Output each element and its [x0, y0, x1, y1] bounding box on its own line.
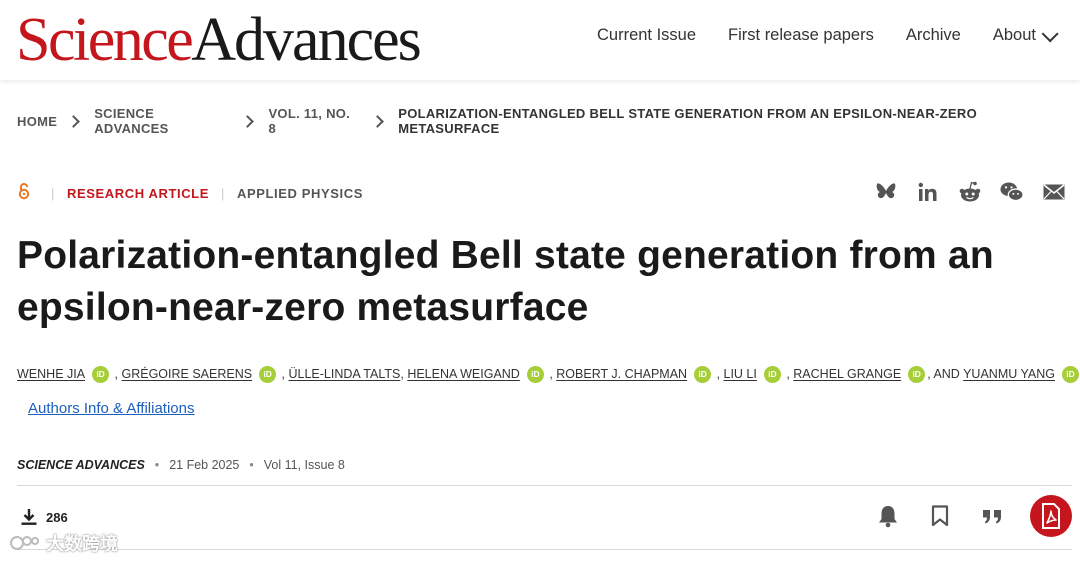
breadcrumb: HOME SCIENCE ADVANCES VOL. 11, NO. 8 POL…: [17, 106, 1080, 136]
pdf-icon: [1042, 503, 1060, 529]
email-icon[interactable]: [1042, 180, 1066, 204]
publication-info: SCIENCE ADVANCES • 21 Feb 2025 • Vol 11,…: [17, 458, 345, 472]
article-actions: [874, 495, 1072, 537]
logo-advances-text: Advances: [191, 6, 421, 74]
author-name[interactable]: RACHEL GRANGE: [793, 367, 901, 381]
logo-science-text: Science: [16, 6, 194, 74]
main-nav: Current Issue First release papers Archi…: [597, 24, 1059, 45]
and-text: , AND: [927, 366, 964, 381]
separator-dot: •: [154, 458, 160, 472]
separator: |: [51, 186, 55, 201]
author-name[interactable]: YUANMU YANG: [963, 367, 1055, 381]
breadcrumb-current: POLARIZATION-ENTANGLED BELL STATE GENERA…: [398, 106, 977, 136]
article-meta: | RESEARCH ARTICLE | APPLIED PHYSICS: [17, 182, 363, 205]
author-name[interactable]: ROBERT J. CHAPMAN: [556, 367, 687, 381]
nav-archive[interactable]: Archive: [906, 26, 961, 45]
article-subject[interactable]: APPLIED PHYSICS: [237, 186, 363, 201]
orcid-icon[interactable]: iD: [908, 366, 926, 383]
science-advances-logo[interactable]: Science Advances: [16, 6, 422, 74]
breadcrumb-journal[interactable]: SCIENCE ADVANCES: [94, 106, 231, 136]
divider: [17, 485, 1072, 486]
publication-date: 21 Feb 2025: [169, 458, 240, 472]
open-access-icon: [17, 182, 39, 205]
watermark-logo-icon: [10, 536, 39, 550]
volume-issue[interactable]: Vol 11, Issue 8: [264, 458, 345, 472]
bookmark-icon[interactable]: [926, 502, 954, 530]
download-count-value: 286: [46, 509, 68, 525]
orcid-icon[interactable]: iD: [526, 366, 544, 383]
nav-about-label: About: [992, 26, 1036, 44]
nav-about[interactable]: About: [992, 24, 1059, 45]
nav-current-issue[interactable]: Current Issue: [597, 26, 696, 45]
chevron-right-icon: [67, 114, 81, 128]
journal-name[interactable]: SCIENCE ADVANCES: [17, 458, 145, 472]
pdf-download-button[interactable]: [1030, 495, 1072, 537]
download-icon: [21, 509, 37, 525]
separator: |: [221, 186, 225, 201]
article-title: Polarization-entangled Bell state genera…: [17, 234, 994, 329]
authors-info-affiliations-link[interactable]: Authors Info & Affiliations: [28, 400, 195, 417]
chevron-down-icon: [1041, 24, 1059, 42]
wechat-icon[interactable]: [1000, 180, 1024, 204]
download-count: 286: [20, 508, 68, 526]
bluesky-icon[interactable]: [874, 180, 898, 204]
divider: [17, 549, 1072, 550]
site-header: Science Advances Current Issue First rele…: [0, 0, 1080, 80]
chevron-right-icon: [241, 114, 255, 128]
article-type[interactable]: RESEARCH ARTICLE: [67, 186, 209, 201]
author-list: WENHE JIA iD , GRÉGOIRE SAERENS iD , ÜLLE-…: [17, 366, 1080, 383]
orcid-icon[interactable]: iD: [694, 366, 712, 383]
chevron-right-icon: [371, 114, 385, 128]
orcid-icon[interactable]: iD: [92, 366, 110, 383]
orcid-icon[interactable]: iD: [763, 366, 781, 383]
orcid-icon[interactable]: iD: [259, 366, 277, 383]
author-name[interactable]: GRÉGOIRE SAERENS: [121, 367, 252, 381]
watermark-text: 大数跨境: [46, 534, 118, 554]
breadcrumb-home[interactable]: HOME: [17, 114, 57, 129]
author-name[interactable]: ÜLLE-LINDA TALTS: [289, 367, 401, 381]
bell-icon[interactable]: [874, 502, 902, 530]
author-name[interactable]: LIU LI: [724, 367, 757, 381]
nav-first-release-papers[interactable]: First release papers: [728, 26, 874, 45]
quote-icon[interactable]: [978, 502, 1006, 530]
reddit-icon[interactable]: [958, 180, 982, 204]
separator-dot: •: [249, 458, 254, 472]
author-name[interactable]: HELENA WEIGAND: [407, 367, 520, 381]
watermark: 大数跨境: [10, 530, 118, 556]
share-bar: [874, 180, 1066, 204]
author-name[interactable]: WENHE JIA: [17, 367, 85, 381]
breadcrumb-issue[interactable]: VOL. 11, NO. 8: [268, 106, 361, 136]
orcid-icon[interactable]: iD: [1062, 366, 1080, 383]
linkedin-icon[interactable]: [916, 180, 940, 204]
